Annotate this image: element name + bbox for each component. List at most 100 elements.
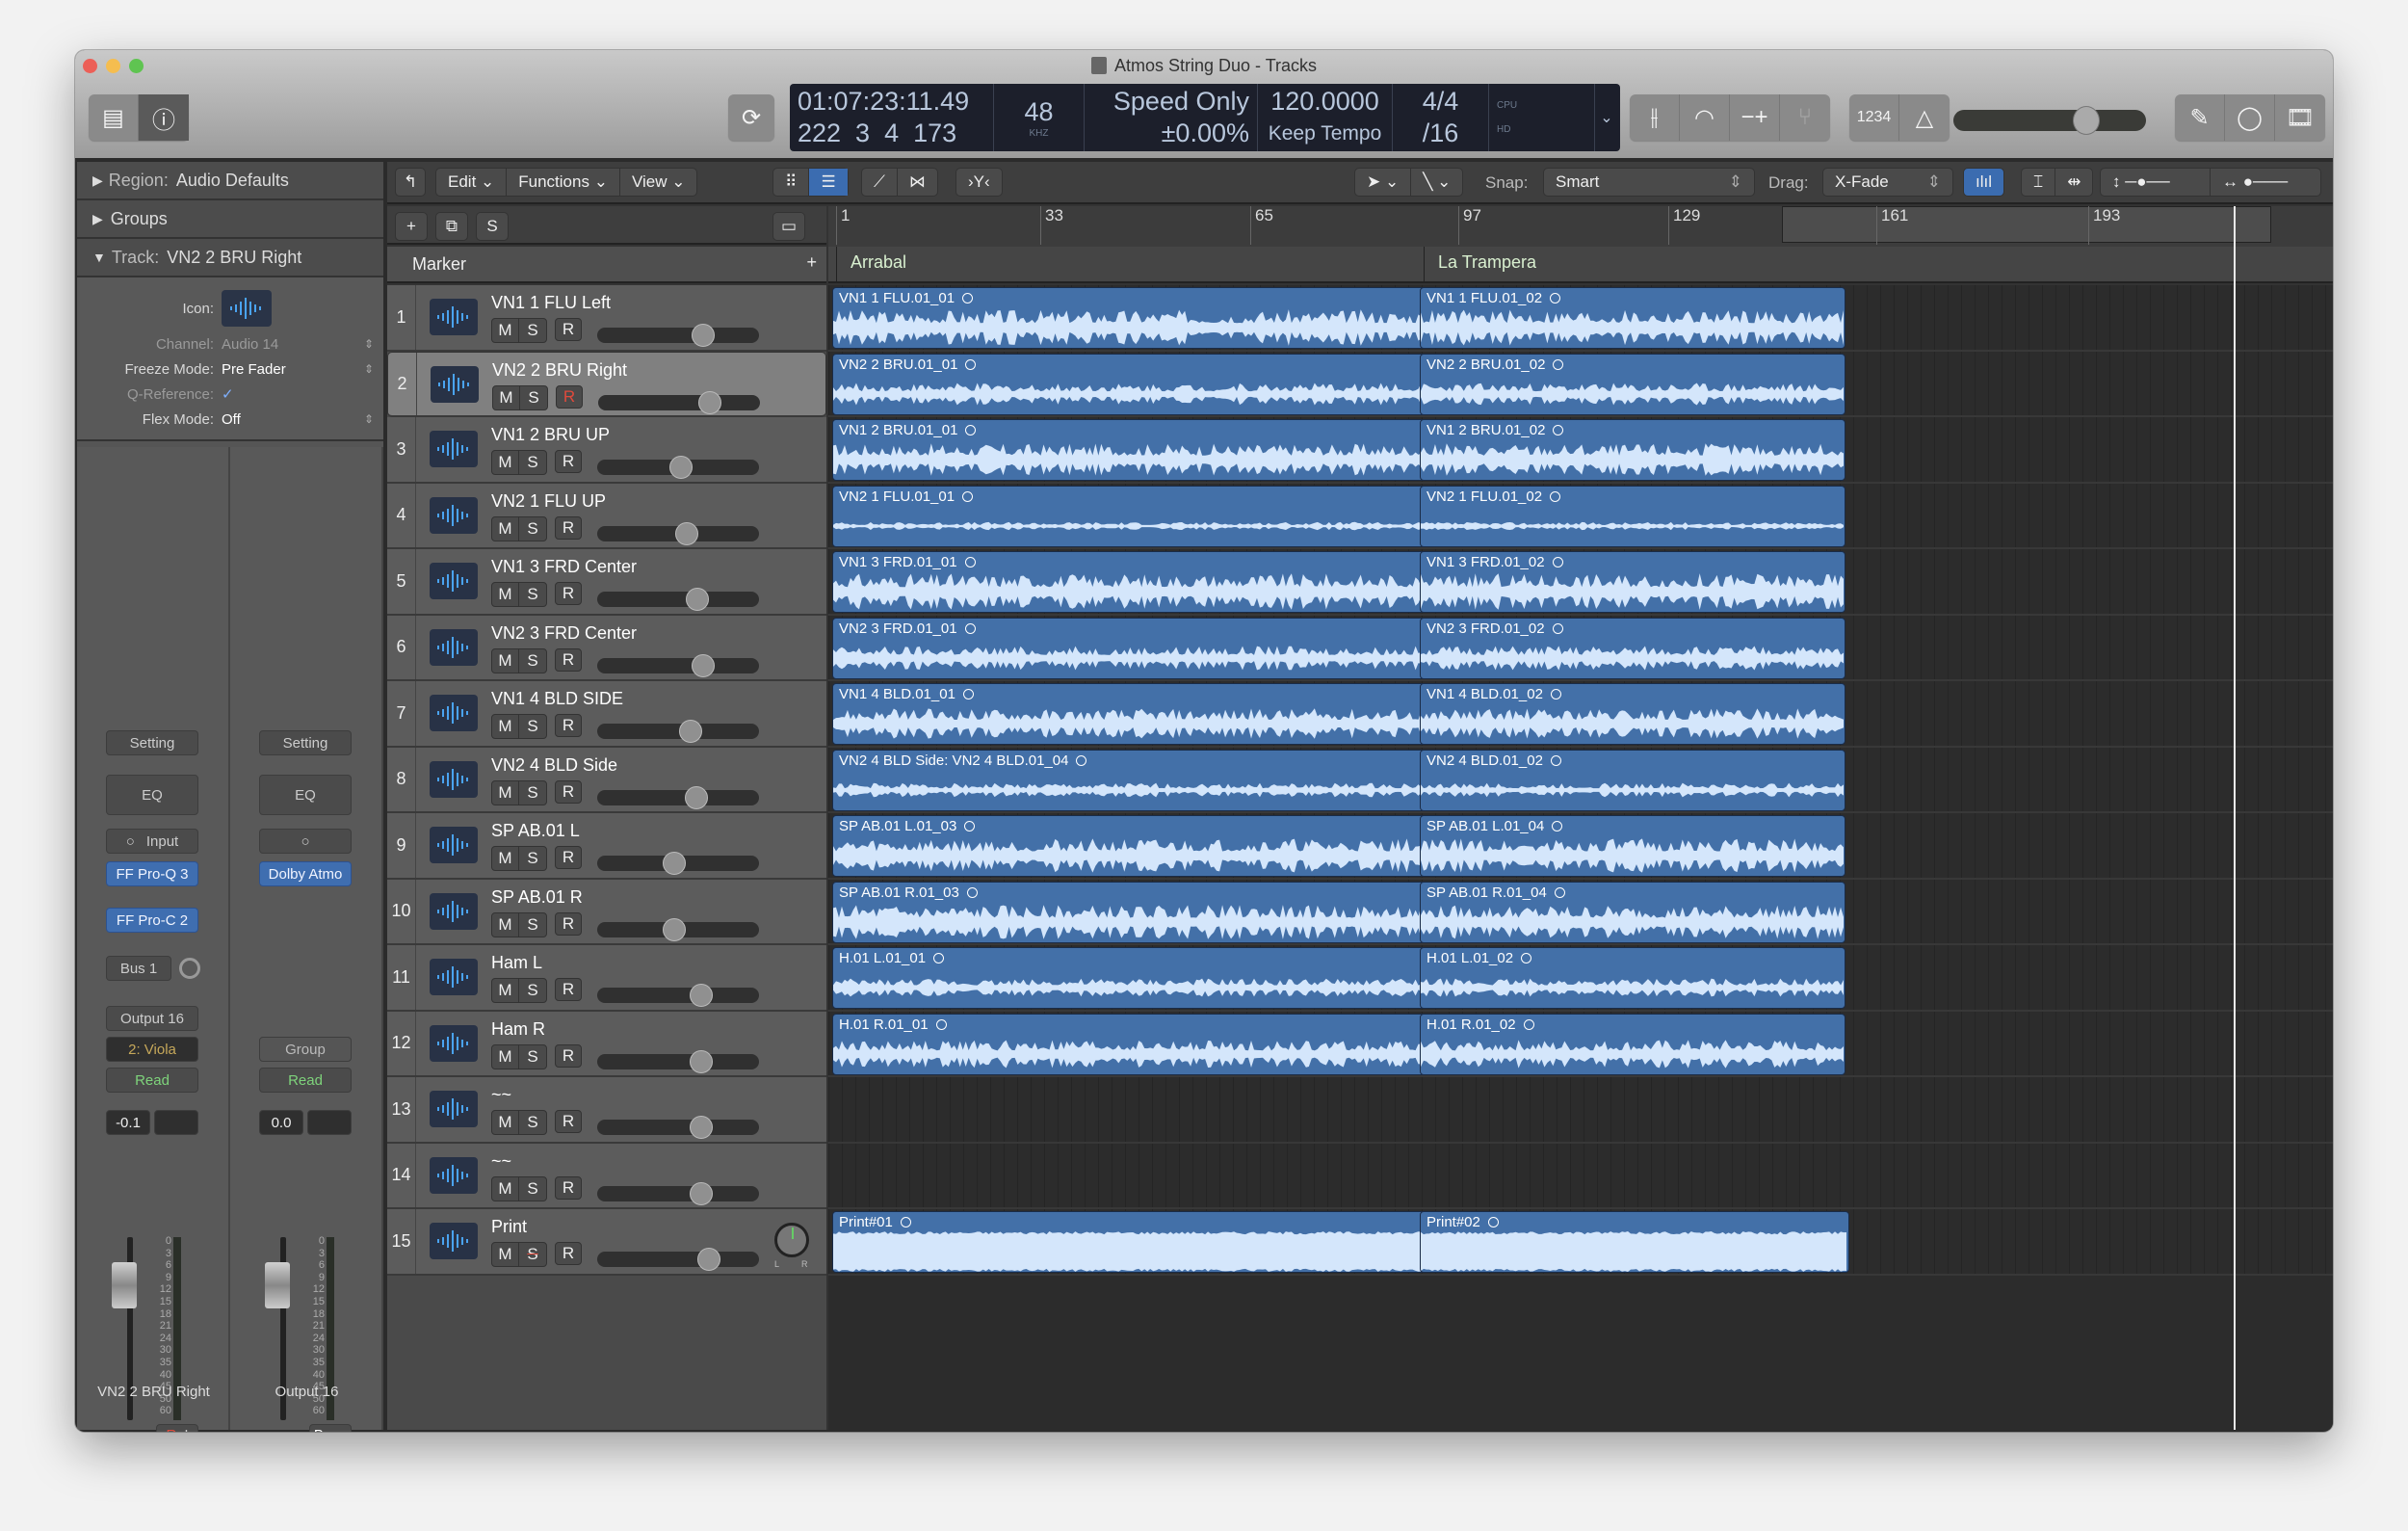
- solo-button[interactable]: S: [519, 979, 546, 1002]
- track-lane[interactable]: VN2 4 BLD Side: VN2 4 BLD.01_04 VN2 4 BLD…: [828, 748, 2333, 813]
- track-volume-slider[interactable]: [597, 917, 759, 941]
- mute-button[interactable]: M: [492, 847, 519, 870]
- mute-button[interactable]: M: [492, 319, 519, 342]
- track-name[interactable]: Ham L: [491, 953, 542, 973]
- param-channel[interactable]: Channel: Audio 14 ⇕: [87, 331, 374, 356]
- fader-cap[interactable]: [265, 1262, 290, 1308]
- track-name[interactable]: SP AB.01 R: [491, 887, 583, 908]
- mute-button[interactable]: M: [492, 979, 519, 1002]
- volume-slider-knob[interactable]: [697, 390, 721, 414]
- pointer-tool-icon[interactable]: ➤ ⌄: [1355, 169, 1412, 196]
- track-name[interactable]: SP AB.01 L: [491, 821, 580, 841]
- record-enable-button[interactable]: R: [555, 978, 582, 1001]
- record-enable-button[interactable]: R: [555, 647, 582, 672]
- setting-button[interactable]: Setting: [106, 730, 198, 755]
- audio-region[interactable]: SP AB.01 R.01_04: [1420, 881, 1845, 943]
- track-name[interactable]: VN2 2 BRU Right: [492, 360, 627, 381]
- track-name[interactable]: VN2 1 FLU UP: [491, 491, 606, 512]
- track-lane[interactable]: [828, 1077, 2333, 1144]
- record-enable-button[interactable]: R: [555, 911, 582, 936]
- audio-region[interactable]: H.01 R.01_02: [1420, 1013, 1845, 1075]
- mute-button[interactable]: M: [492, 1111, 519, 1134]
- track-icon[interactable]: [430, 299, 478, 335]
- track-volume-slider[interactable]: [597, 1181, 759, 1205]
- mixer-button[interactable]: ⫲: [1630, 94, 1680, 141]
- eq-button[interactable]: EQ: [106, 775, 198, 815]
- waveform-zoom-button[interactable]: ılıl: [1963, 168, 2004, 197]
- volume-slider-knob[interactable]: [690, 1049, 714, 1073]
- mute-button[interactable]: M: [492, 1176, 519, 1201]
- marker-la-trampera[interactable]: La Trampera: [1424, 247, 1550, 281]
- track-icon[interactable]: [430, 431, 478, 467]
- add-marker-icon[interactable]: +: [806, 252, 817, 273]
- drag-select[interactable]: X-Fade ⇕: [1822, 168, 1953, 197]
- track-name[interactable]: VN1 1 FLU Left: [491, 293, 611, 313]
- lcd-varispeed[interactable]: Speed Only ±0.00%: [1085, 84, 1258, 151]
- volume-slider-knob[interactable]: [691, 324, 715, 347]
- back-button[interactable]: ↰: [395, 168, 426, 197]
- fader-cap[interactable]: [112, 1262, 137, 1308]
- duplicate-track-button[interactable]: ⧉: [435, 212, 468, 241]
- track-name[interactable]: VN2 3 FRD Center: [491, 623, 637, 644]
- track-icon[interactable]: [222, 290, 272, 327]
- track-lane[interactable]: SP AB.01 L.01_03 SP AB.01 L.01_04: [828, 813, 2333, 880]
- mute-button[interactable]: M: [492, 1044, 519, 1069]
- playhead[interactable]: [2234, 206, 2236, 1430]
- solo-button[interactable]: S: [519, 913, 546, 937]
- solo-button[interactable]: S: [519, 649, 546, 673]
- volume-slider-knob[interactable]: [662, 852, 686, 875]
- solo-button[interactable]: S: [519, 1111, 546, 1134]
- track-volume-slider[interactable]: [597, 1049, 759, 1073]
- add-track-button[interactable]: +: [395, 212, 428, 241]
- track-icon[interactable]: [430, 760, 478, 798]
- pencil-tool-icon[interactable]: ╲ ⌄: [1411, 169, 1462, 196]
- region-section-header[interactable]: ▶ Region: Audio Defaults: [77, 162, 383, 200]
- track-lane[interactable]: VN1 1 FLU.01_01 VN1 1 FLU.01_02: [828, 285, 2333, 352]
- track-icon[interactable]: [430, 1024, 478, 1062]
- track-icon[interactable]: [430, 695, 478, 731]
- track-volume-slider[interactable]: [597, 521, 759, 545]
- solo-button[interactable]: S: [519, 451, 546, 474]
- volume-slider-knob[interactable]: [696, 1248, 720, 1271]
- track-name[interactable]: VN1 3 FRD Center: [491, 557, 637, 577]
- record-enable-button[interactable]: R: [555, 318, 582, 341]
- volume-slider-knob[interactable]: [690, 1116, 714, 1139]
- volume-slider-knob[interactable]: [668, 456, 693, 479]
- track-header[interactable]: 13 ~~ M S R: [387, 1077, 826, 1144]
- track-lane[interactable]: H.01 R.01_01 H.01 R.01_02: [828, 1012, 2333, 1077]
- automation-icon[interactable]: ⟋: [862, 169, 898, 196]
- cycle-button[interactable]: ⟳: [728, 94, 774, 141]
- solo-button[interactable]: S: [519, 517, 546, 541]
- track-icon[interactable]: [430, 1223, 478, 1259]
- track-header[interactable]: 4 VN2 1 FLU UP M S R: [387, 483, 826, 549]
- snap-select[interactable]: Smart ⇕: [1543, 168, 1755, 197]
- track-volume-slider[interactable]: [597, 324, 759, 347]
- track-header[interactable]: 1 VN1 1 FLU Left M S R: [387, 285, 826, 352]
- track-name[interactable]: ~~: [491, 1085, 511, 1105]
- output-button[interactable]: Output 16: [106, 1006, 198, 1031]
- track-header[interactable]: 15 Print M S R L R: [387, 1209, 826, 1276]
- view-menu[interactable]: View ⌄: [620, 169, 697, 196]
- param-q-reference[interactable]: Q-Reference: ✓: [87, 382, 374, 407]
- bounce-button[interactable]: Bnce: [309, 1424, 352, 1432]
- track-lane[interactable]: VN2 3 FRD.01_01 VN2 3 FRD.01_02: [828, 616, 2333, 681]
- arrangement-area[interactable]: VN1 1 FLU.01_01 VN1 1 FLU.01_02 VN2 2 BRU.…: [828, 285, 2333, 1430]
- record-enable-button[interactable]: R: [555, 450, 582, 473]
- track-lane[interactable]: VN2 2 BRU.01_01 VN2 2 BRU.01_02: [828, 352, 2333, 417]
- group-button[interactable]: 2: Viola: [106, 1037, 198, 1062]
- plugin-slot-2[interactable]: FF Pro-C 2: [106, 908, 198, 933]
- lcd-position[interactable]: 01:07:23:11.49 222 3 4 173: [790, 84, 994, 151]
- track-header[interactable]: 6 VN2 3 FRD Center M S R: [387, 615, 826, 681]
- track-header[interactable]: 10 SP AB.01 RMSR: [387, 879, 826, 945]
- solo-button[interactable]: S: [519, 847, 546, 870]
- solo-button[interactable]: S: [519, 1045, 546, 1069]
- record-enable-button[interactable]: R: [555, 1110, 582, 1133]
- track-volume-slider[interactable]: [597, 588, 759, 611]
- track-header[interactable]: 11 Ham LMSR: [387, 945, 826, 1012]
- track-volume-slider[interactable]: [598, 390, 760, 414]
- marker-arrabal[interactable]: Arrabal: [836, 247, 920, 281]
- track-name[interactable]: VN1 2 BRU UP: [491, 425, 610, 445]
- track-header[interactable]: 14 ~~ M S R: [387, 1143, 826, 1209]
- track-icon[interactable]: [430, 496, 478, 534]
- edit-menu[interactable]: Edit ⌄: [436, 169, 508, 196]
